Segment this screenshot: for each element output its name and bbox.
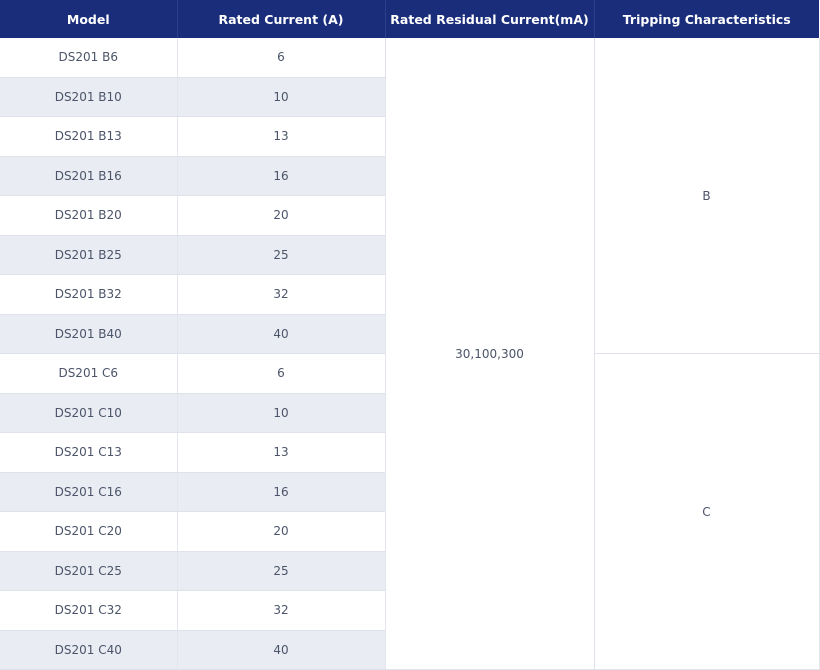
model-cell: DS201 C25: [0, 551, 178, 591]
rated-current-cell: 20: [177, 511, 386, 552]
model-cell: DS201 B32: [0, 274, 178, 315]
rated-current-cell: 25: [177, 551, 386, 591]
model-cell: DS201 B10: [0, 77, 178, 117]
rated-current-cell: 40: [177, 314, 386, 354]
rated-residual-current-cell: 30,100,300: [384, 38, 595, 670]
table-row: DS201 B6 6 30,100,300 B: [0, 38, 820, 670]
model-cell: DS201 B40: [0, 314, 178, 354]
rated-current-cell: 16: [177, 156, 386, 196]
rated-current-cell: 6: [177, 38, 386, 78]
rated-current-cell: 10: [177, 393, 386, 433]
model-cell: DS201 C16: [0, 472, 178, 512]
model-cell: DS201 C20: [0, 511, 178, 552]
column-header-model: Model: [0, 0, 178, 38]
tripping-characteristic-c-cell: C: [593, 353, 820, 670]
model-cell: DS201 B16: [0, 156, 178, 196]
spec-table-container: Model Rated Current (A) Rated Residual C…: [0, 0, 820, 670]
rated-current-cell: 20: [177, 195, 386, 236]
rated-current-cell: 32: [177, 590, 386, 631]
model-cell: DS201 B20: [0, 195, 178, 236]
model-cell: DS201 C13: [0, 432, 178, 473]
column-header-tripping-characteristics: Tripping Characteristics: [594, 0, 819, 38]
rated-current-cell: 13: [177, 432, 386, 473]
column-header-rated-current: Rated Current (A): [177, 0, 386, 38]
rated-current-cell: 10: [177, 77, 386, 117]
rated-current-cell: 32: [177, 274, 386, 315]
rated-current-cell: 16: [177, 472, 386, 512]
model-cell: DS201 B6: [0, 38, 178, 78]
column-header-rated-residual-current: Rated Residual Current(mA): [385, 0, 595, 38]
model-cell: DS201 C40: [0, 630, 178, 670]
rated-current-cell: 6: [177, 353, 386, 394]
model-cell: DS201 B13: [0, 116, 178, 157]
model-cell: DS201 B25: [0, 235, 178, 275]
rated-current-cell: 40: [177, 630, 386, 670]
spec-table: Model Rated Current (A) Rated Residual C…: [0, 0, 820, 670]
model-cell: DS201 C10: [0, 393, 178, 433]
tripping-characteristic-b-cell: B: [593, 38, 820, 354]
rated-current-cell: 13: [177, 116, 386, 157]
model-cell: DS201 C32: [0, 590, 178, 631]
model-cell: DS201 C6: [0, 353, 178, 394]
rated-current-cell: 25: [177, 235, 386, 275]
table-header-row: Model Rated Current (A) Rated Residual C…: [0, 0, 819, 38]
